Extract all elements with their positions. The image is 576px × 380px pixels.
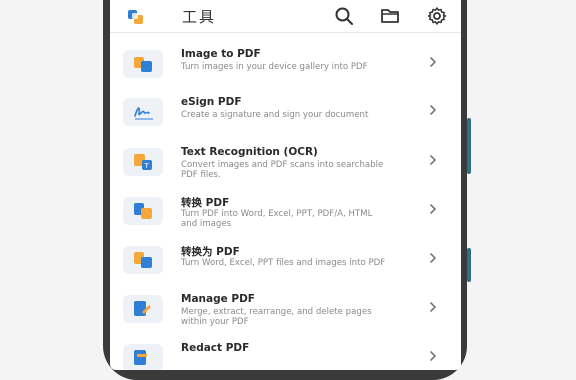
chevron-right-icon	[430, 57, 437, 67]
redact-pdf-icon	[134, 350, 147, 365]
chevron-right-icon	[430, 302, 437, 312]
chevron-right-icon	[430, 105, 437, 115]
ocr-icon: T	[134, 154, 152, 170]
tool-title: Manage PDF	[181, 293, 255, 305]
tool-item-convert-to-pdf[interactable]: 转换为 PDF Turn Word, Excel, PPT files and …	[110, 244, 461, 293]
app-header: 工具	[110, 6, 461, 38]
app-screen: 工具 Image to PDF Turn images in your devi…	[110, 0, 461, 370]
tool-title: eSign PDF	[181, 96, 242, 108]
tool-description: Merge, extract, rearrange, and delete pa…	[181, 307, 372, 327]
tool-item-convert-from-pdf[interactable]: 转换 PDF Turn PDF into Word, Excel, PPT, P…	[110, 195, 461, 244]
image-to-pdf-icon	[134, 57, 152, 72]
app-logo-icon	[128, 10, 143, 24]
svg-text:T: T	[144, 162, 150, 170]
tool-title: 转换为 PDF	[181, 246, 240, 258]
signature-icon	[134, 107, 153, 120]
chevron-right-icon	[430, 204, 437, 214]
icon-tile	[123, 50, 163, 78]
search-icon[interactable]	[334, 6, 354, 26]
icon-tile	[123, 246, 163, 274]
tool-description: Turn Word, Excel, PPT files and images i…	[181, 258, 386, 268]
convert-to-pdf-icon	[134, 252, 152, 268]
convert-from-pdf-icon	[134, 203, 152, 219]
chevron-right-icon	[430, 155, 437, 165]
folder-icon[interactable]	[380, 6, 400, 26]
icon-tile	[123, 295, 163, 323]
icon-tile	[123, 98, 163, 126]
chevron-right-icon	[430, 253, 437, 263]
tool-description: Turn images in your device gallery into …	[181, 62, 368, 72]
tool-description: Create a signature and sign your documen…	[181, 110, 369, 120]
tool-title: Image to PDF	[181, 48, 261, 60]
tool-title: Redact PDF	[181, 342, 250, 354]
manage-pdf-icon	[134, 301, 151, 316]
page-title: 工具	[182, 8, 217, 26]
icon-tile	[123, 197, 163, 225]
tool-item-redact-pdf[interactable]: Redact PDF	[110, 342, 461, 370]
icon-tile: T	[123, 148, 163, 176]
tool-description: Turn PDF into Word, Excel, PPT, PDF/A, H…	[181, 209, 373, 229]
tool-item-esign-pdf[interactable]: eSign PDF Create a signature and sign yo…	[110, 96, 461, 145]
tool-title: Text Recognition (OCR)	[181, 146, 318, 158]
tool-title: 转换 PDF	[181, 197, 230, 209]
tool-item-manage-pdf[interactable]: Manage PDF Merge, extract, rearrange, an…	[110, 293, 461, 342]
gear-icon[interactable]	[427, 6, 447, 26]
tool-description: Convert images and PDF scans into search…	[181, 160, 384, 180]
tool-item-ocr[interactable]: T Text Recognition (OCR) Convert images …	[110, 146, 461, 195]
header-divider	[110, 32, 461, 33]
side-button	[467, 248, 471, 282]
chevron-right-icon	[430, 351, 437, 361]
side-button	[467, 118, 471, 174]
icon-tile	[123, 344, 163, 370]
tool-item-image-to-pdf[interactable]: Image to PDF Turn images in your device …	[110, 48, 461, 97]
